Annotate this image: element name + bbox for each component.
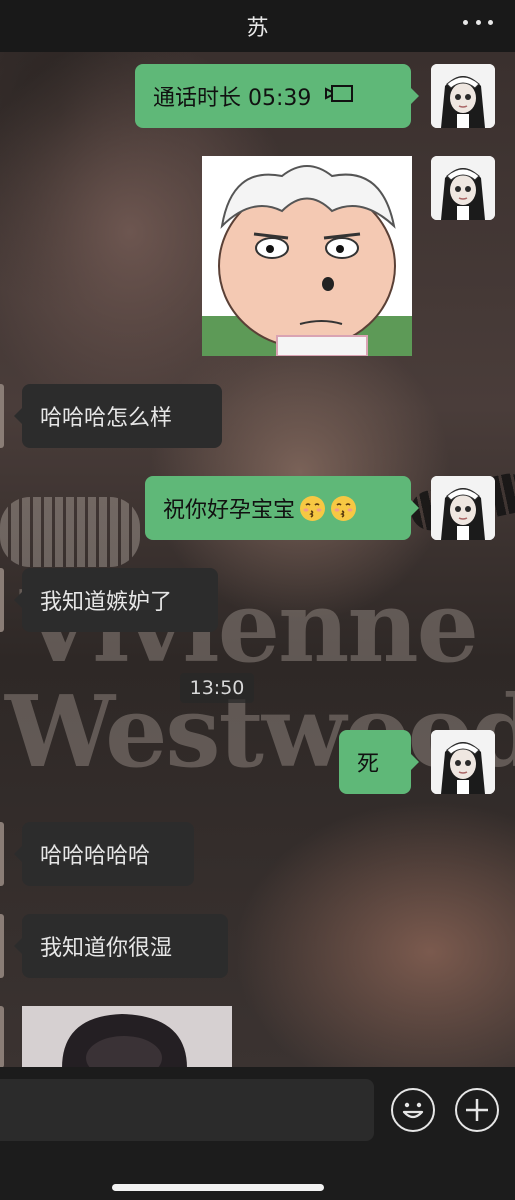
incoming-photo-image[interactable] [22, 1006, 232, 1068]
pearl-necklace-decoration [0, 497, 140, 567]
emoji-picker-button[interactable] [391, 1088, 435, 1132]
message-bubble-incoming[interactable]: 我知道嫉妒了 [14, 568, 218, 632]
message-text: 哈哈哈怎么样 [40, 406, 173, 431]
message-text: 哈哈哈哈哈 [40, 844, 151, 869]
message-bubble-incoming[interactable]: 哈哈哈哈哈 [14, 822, 194, 886]
contact-avatar[interactable] [0, 822, 4, 886]
message-text: 我知道你很湿 [40, 936, 173, 961]
contact-avatar[interactable] [0, 914, 4, 978]
my-avatar[interactable] [431, 64, 495, 128]
contact-avatar[interactable] [0, 384, 4, 448]
contact-avatar[interactable] [0, 568, 4, 632]
more-dots-icon[interactable] [463, 16, 493, 28]
message-bubble-outgoing[interactable]: 死 [339, 730, 419, 794]
plus-icon [466, 1099, 488, 1121]
call-duration-text: 通话时长 05:39 [153, 86, 312, 111]
chat-header: 苏 [0, 0, 515, 52]
call-duration-bubble[interactable]: 通话时长 05:39 [135, 64, 419, 128]
chat-input-bar [0, 1067, 515, 1200]
message-bubble-incoming[interactable]: 哈哈哈怎么样 [14, 384, 222, 448]
message-bubble-outgoing[interactable]: 祝你好孕宝宝 [145, 476, 419, 540]
message-text: 我知道嫉妒了 [40, 590, 173, 615]
message-bubble-incoming[interactable]: 我知道你很湿 [14, 914, 228, 978]
chat-timestamp: 13:50 [180, 673, 254, 703]
my-avatar[interactable] [431, 156, 495, 220]
kissing-face-emoji [299, 495, 326, 522]
smiley-face-icon [402, 1102, 424, 1119]
home-indicator[interactable] [112, 1184, 324, 1191]
video-call-icon [325, 82, 355, 110]
message-text: 祝你好孕宝宝 [163, 498, 296, 523]
contact-avatar[interactable] [0, 1006, 4, 1068]
kissing-face-emoji [330, 495, 357, 522]
chat-title: 苏 [246, 16, 269, 41]
my-avatar[interactable] [431, 476, 495, 540]
goat-sticker-image[interactable] [202, 156, 412, 356]
message-input[interactable] [0, 1079, 374, 1141]
my-avatar[interactable] [431, 730, 495, 794]
more-actions-button[interactable] [455, 1088, 499, 1132]
message-text: 死 [357, 752, 380, 777]
